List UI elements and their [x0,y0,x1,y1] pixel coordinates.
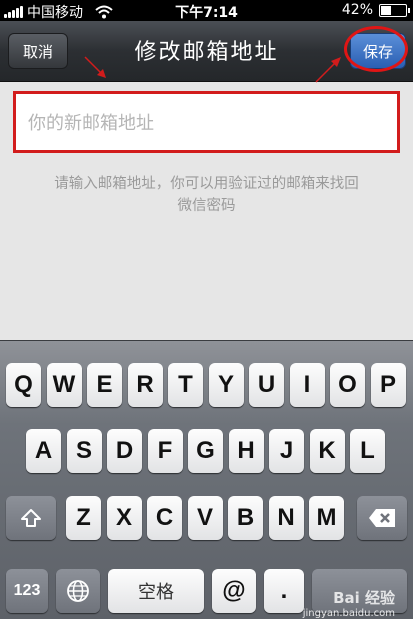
shift-key[interactable] [6,496,56,540]
battery-percent: 42% [341,2,373,18]
key-t[interactable]: T [168,363,203,407]
battery-icon [379,3,410,17]
watermark: Bai 经验 jingyan.baidu.com [303,587,395,619]
key-q[interactable]: Q [6,363,41,407]
key-e[interactable]: E [87,363,122,407]
key-g[interactable]: G [188,429,223,473]
hint-line-2: 微信密码 [177,198,236,214]
key-z[interactable]: Z [66,496,101,540]
key-n[interactable]: N [268,496,304,540]
backspace-icon [369,509,395,527]
key-w[interactable]: W [46,363,82,407]
email-input[interactable] [26,108,390,138]
email-field-frame [13,91,400,153]
space-key[interactable]: 空格 [108,569,204,613]
annotation-arrow-right [315,57,341,83]
key-x[interactable]: X [106,496,142,540]
key-a[interactable]: A [26,429,61,473]
backspace-key[interactable] [357,496,407,540]
key-d[interactable]: D [107,429,142,473]
key-h[interactable]: H [228,429,264,473]
annotation-arrow-left [84,56,106,78]
key-s[interactable]: S [66,429,102,473]
watermark-url: jingyan.baidu.com [302,608,395,619]
globe-key[interactable] [56,569,100,613]
key-c[interactable]: C [147,496,182,540]
key-y[interactable]: Y [208,363,244,407]
at-key[interactable]: @ [212,569,256,613]
key-j[interactable]: J [269,429,304,473]
annotation-circle [344,26,408,72]
key-v[interactable]: V [187,496,223,540]
key-u[interactable]: U [249,363,284,407]
shift-icon [21,509,41,527]
numbers-key[interactable]: 123 [6,569,48,613]
status-bar: 中国移动 下午7:14 42% [0,0,413,21]
key-p[interactable]: P [370,363,406,407]
hint-text: 请输入邮箱地址，你可以用验证过的邮箱来找回 微信密码 [10,173,403,217]
globe-icon [67,580,89,602]
key-k[interactable]: K [309,429,345,473]
keyboard: QWERTYUIOP ASDFGHJKL ZXCVBNM 123 空格 @ . [0,340,413,619]
key-l[interactable]: L [350,429,385,473]
key-b[interactable]: B [228,496,263,540]
form-area: 请输入邮箱地址，你可以用验证过的邮箱来找回 微信密码 [0,82,413,340]
key-m[interactable]: M [309,496,344,540]
key-f[interactable]: F [147,429,183,473]
status-right: 42% [341,2,410,18]
key-i[interactable]: I [289,363,325,407]
key-r[interactable]: R [127,363,163,407]
key-o[interactable]: O [330,363,365,407]
dot-key[interactable]: . [264,569,304,613]
hint-line-1: 请输入邮箱地址，你可以用验证过的邮箱来找回 [54,176,359,192]
watermark-brand: Bai 经验 [333,589,395,607]
